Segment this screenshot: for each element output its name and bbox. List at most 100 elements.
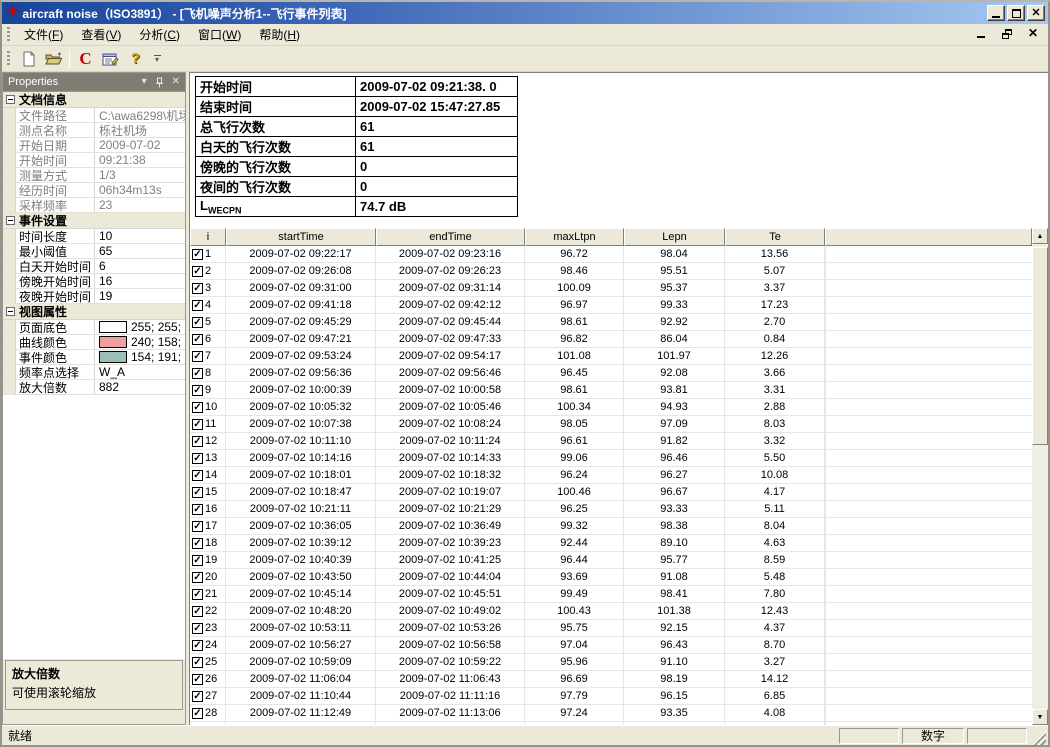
property-value[interactable]: 65 (95, 244, 185, 258)
row-checkbox[interactable]: ✓ (192, 300, 203, 311)
property-row[interactable]: 夜晚开始时间 19 (3, 289, 185, 304)
table-row[interactable]: ✓ 10 2009-07-02 10:05:32 2009-07-02 10:0… (190, 399, 1032, 416)
collapse-icon[interactable] (6, 307, 15, 316)
row-checkbox[interactable]: ✓ (192, 640, 203, 651)
scroll-up-icon[interactable]: ▲ (1032, 228, 1048, 244)
property-row[interactable]: 开始时间 09:21:38 (3, 153, 185, 168)
property-value[interactable]: 6 (95, 259, 185, 273)
scroll-down-icon[interactable]: ▼ (1032, 709, 1048, 725)
row-checkbox[interactable]: ✓ (192, 453, 203, 464)
row-checkbox[interactable]: ✓ (192, 266, 203, 277)
row-checkbox[interactable]: ✓ (192, 436, 203, 447)
property-value[interactable]: 240; 158; 15 (95, 335, 185, 349)
table-row[interactable]: ✓ 25 2009-07-02 10:59:09 2009-07-02 10:5… (190, 654, 1032, 671)
collapse-icon[interactable] (6, 95, 15, 104)
toolbar-grip[interactable] (6, 51, 11, 67)
row-checkbox[interactable]: ✓ (192, 385, 203, 396)
row-checkbox[interactable]: ✓ (192, 691, 203, 702)
table-row[interactable]: ✓ 5 2009-07-02 09:45:29 2009-07-02 09:45… (190, 314, 1032, 331)
property-value[interactable]: 1/3 (95, 168, 185, 182)
row-checkbox[interactable]: ✓ (192, 606, 203, 617)
table-row[interactable]: ✓ 23 2009-07-02 10:53:11 2009-07-02 10:5… (190, 620, 1032, 637)
panel-menu-chevron-icon[interactable]: ▾ (142, 77, 147, 87)
column-header[interactable]: i (190, 228, 226, 246)
column-header[interactable]: startTime (226, 228, 376, 246)
property-value[interactable]: 19 (95, 289, 185, 303)
table-row[interactable]: ✓ 19 2009-07-02 10:40:39 2009-07-02 10:4… (190, 552, 1032, 569)
menu-item-h[interactable]: 帮助(H) (250, 25, 309, 45)
property-section-header[interactable]: 事件设置 (3, 213, 185, 229)
table-row[interactable]: ✓ 27 2009-07-02 11:10:44 2009-07-02 11:1… (190, 688, 1032, 705)
maximize-button[interactable] (1007, 5, 1025, 21)
color-swatch[interactable] (99, 321, 127, 333)
menubar-grip[interactable] (6, 27, 11, 43)
mdi-minimize-button[interactable] (974, 27, 988, 40)
column-header[interactable] (825, 228, 1032, 246)
new-document-icon[interactable] (17, 48, 40, 70)
property-value[interactable]: 栎社机场 (95, 122, 185, 139)
table-row[interactable]: ✓ 14 2009-07-02 10:18:01 2009-07-02 10:1… (190, 467, 1032, 484)
menu-item-c[interactable]: 分析(C) (130, 25, 189, 45)
scrollbar-thumb[interactable] (1032, 247, 1048, 445)
row-checkbox[interactable]: ✓ (192, 504, 203, 515)
row-checkbox[interactable]: ✓ (192, 368, 203, 379)
menu-item-f[interactable]: 文件(F) (15, 25, 72, 45)
property-value[interactable]: 154; 191; 18 (95, 350, 185, 364)
row-checkbox[interactable]: ✓ (192, 283, 203, 294)
row-checkbox[interactable]: ✓ (192, 538, 203, 549)
property-row[interactable]: 采样频率 23 (3, 198, 185, 213)
table-row[interactable]: ✓ 17 2009-07-02 10:36:05 2009-07-02 10:3… (190, 518, 1032, 535)
row-checkbox[interactable]: ✓ (192, 521, 203, 532)
table-row[interactable]: ✓ 6 2009-07-02 09:47:21 2009-07-02 09:47… (190, 331, 1032, 348)
property-value[interactable]: 2009-07-02 (95, 138, 185, 152)
property-row[interactable]: 测点名称 栎社机场 (3, 123, 185, 138)
property-value[interactable]: 255; 255; 25 (95, 320, 185, 334)
property-row[interactable]: 时间长度 10 (3, 229, 185, 244)
row-checkbox[interactable]: ✓ (192, 589, 203, 600)
table-row[interactable]: ✓ 21 2009-07-02 10:45:14 2009-07-02 10:4… (190, 586, 1032, 603)
table-row[interactable]: ✓ 12 2009-07-02 10:11:10 2009-07-02 10:1… (190, 433, 1032, 450)
row-checkbox[interactable]: ✓ (192, 317, 203, 328)
help-icon[interactable]: ? (124, 48, 147, 70)
property-section-header[interactable]: 视图属性 (3, 304, 185, 320)
column-header[interactable]: maxLtpn (525, 228, 624, 246)
table-row[interactable]: ✓ 2 2009-07-02 09:26:08 2009-07-02 09:26… (190, 263, 1032, 280)
column-header[interactable]: Lepn (624, 228, 725, 246)
property-value[interactable]: 09:21:38 (95, 153, 185, 167)
toolbar-overflow-chevron[interactable]: ▾ (151, 55, 163, 63)
table-row[interactable]: ✓ 3 2009-07-02 09:31:00 2009-07-02 09:31… (190, 280, 1032, 297)
row-checkbox[interactable]: ✓ (192, 657, 203, 668)
row-checkbox[interactable]: ✓ (192, 334, 203, 345)
close-button[interactable]: ✕ (1027, 5, 1045, 21)
property-row[interactable]: 页面底色 255; 255; 25 (3, 320, 185, 335)
row-checkbox[interactable]: ✓ (192, 623, 203, 634)
properties-sheet-icon[interactable] (99, 48, 122, 70)
property-row[interactable]: 白天开始时间 6 (3, 259, 185, 274)
panel-close-icon[interactable]: ✕ (172, 77, 180, 87)
row-checkbox[interactable]: ✓ (192, 351, 203, 362)
vertical-scrollbar[interactable]: ▲ ▼ (1032, 228, 1048, 725)
mdi-close-button[interactable]: ✕ (1026, 27, 1040, 40)
table-row[interactable]: ✓ 18 2009-07-02 10:39:12 2009-07-02 10:3… (190, 535, 1032, 552)
property-row[interactable]: 曲线颜色 240; 158; 15 (3, 335, 185, 350)
row-checkbox[interactable]: ✓ (192, 487, 203, 498)
property-value[interactable]: W_A (95, 365, 185, 379)
property-row[interactable]: 最小阈值 65 (3, 244, 185, 259)
column-header[interactable]: Te (725, 228, 825, 246)
table-row[interactable]: ✓ 22 2009-07-02 10:48:20 2009-07-02 10:4… (190, 603, 1032, 620)
table-row[interactable]: ✓ 1 2009-07-02 09:22:17 2009-07-02 09:23… (190, 246, 1032, 263)
table-row[interactable]: ✓ 26 2009-07-02 11:06:04 2009-07-02 11:0… (190, 671, 1032, 688)
row-checkbox[interactable]: ✓ (192, 470, 203, 481)
property-value[interactable]: 16 (95, 274, 185, 288)
calibration-c-icon[interactable]: C (74, 48, 97, 70)
collapse-icon[interactable] (6, 216, 15, 225)
table-row[interactable]: ✓ 4 2009-07-02 09:41:18 2009-07-02 09:42… (190, 297, 1032, 314)
property-value[interactable]: 882 (95, 380, 185, 394)
color-swatch[interactable] (99, 336, 127, 348)
menu-item-w[interactable]: 窗口(W) (189, 25, 250, 45)
table-row[interactable]: ✓ 7 2009-07-02 09:53:24 2009-07-02 09:54… (190, 348, 1032, 365)
property-value[interactable]: 10 (95, 229, 185, 243)
column-header[interactable]: endTime (376, 228, 525, 246)
row-checkbox[interactable]: ✓ (192, 419, 203, 430)
property-row[interactable]: 经历时间 06h34m13s (3, 183, 185, 198)
